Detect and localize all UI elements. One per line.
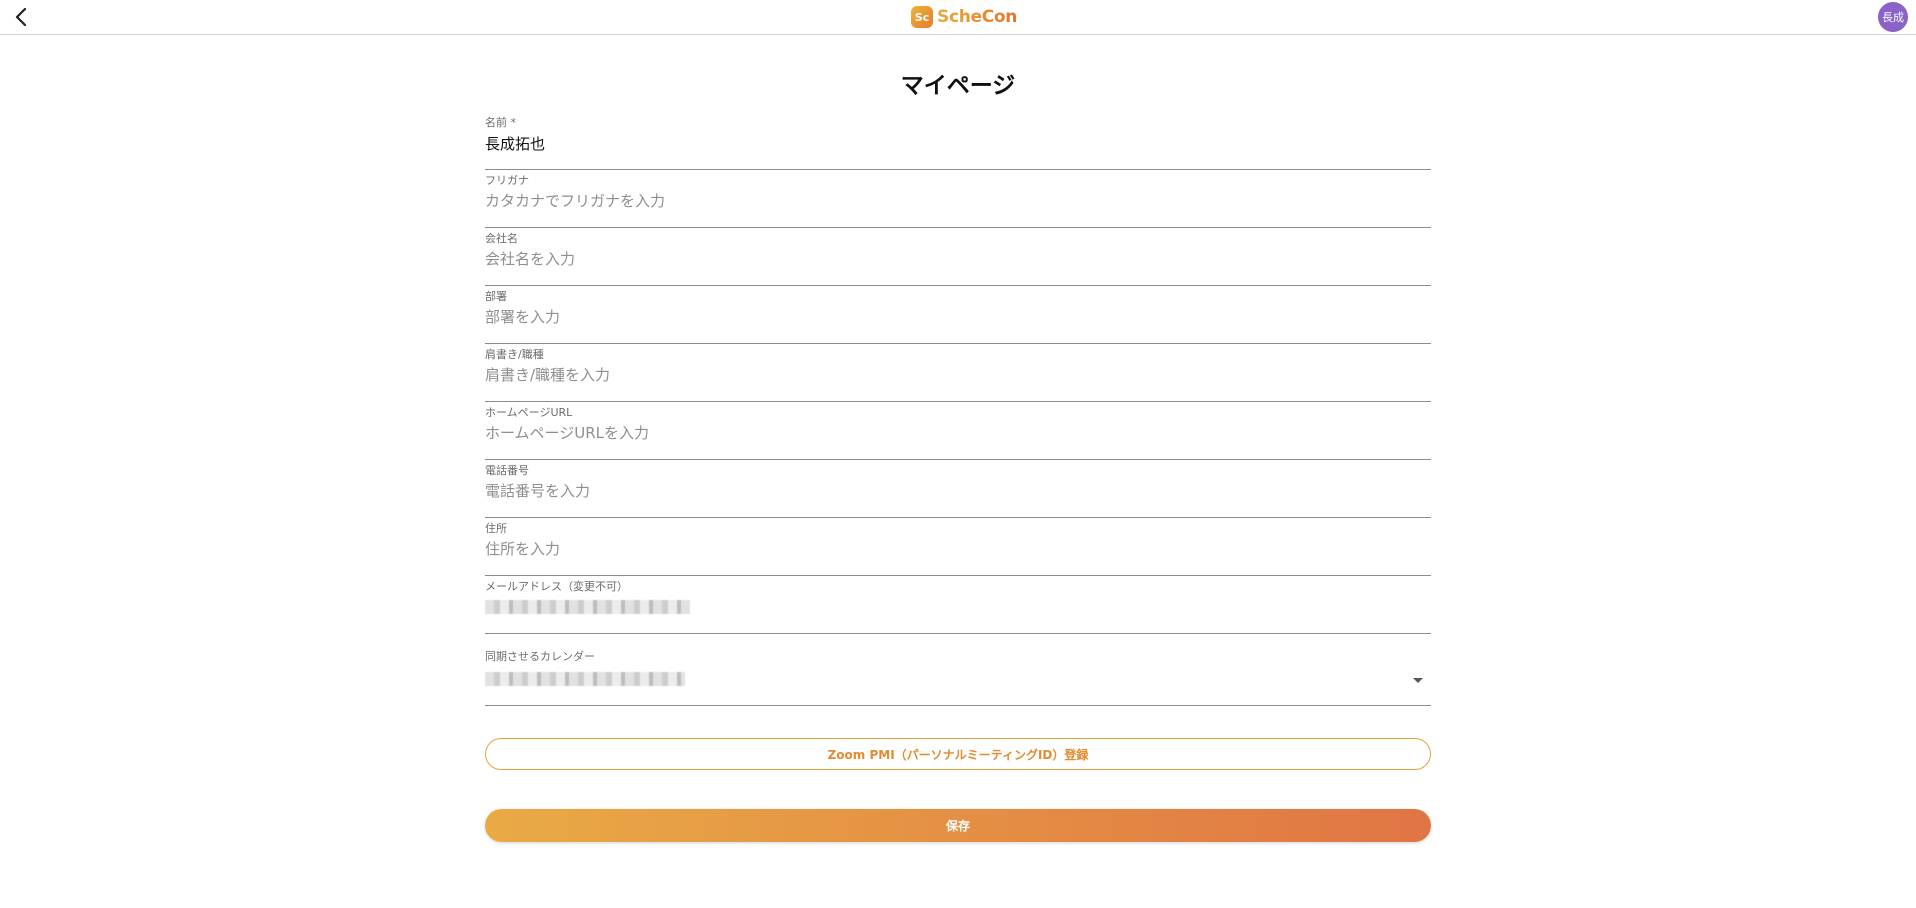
job-title-input[interactable]: [485, 363, 1431, 387]
phone-field: 電話番号: [485, 460, 1431, 518]
department-input[interactable]: [485, 305, 1431, 329]
company-label: 会社名: [485, 232, 518, 245]
address-field: 住所: [485, 518, 1431, 576]
zoom-pmi-register-button[interactable]: Zoom PMI（パーソナルミーティングID）登録: [485, 738, 1431, 770]
name-label: 名前 *: [485, 116, 516, 129]
job-title-field: 肩書き/職種: [485, 344, 1431, 402]
name-field: 名前 *: [485, 112, 1431, 170]
furigana-label: フリガナ: [485, 174, 529, 187]
name-input[interactable]: [485, 131, 1431, 155]
logo-text: ScheCon: [937, 7, 1018, 27]
furigana-input[interactable]: [485, 189, 1431, 213]
profile-form: 名前 * フリガナ 会社名 部署 肩書き/職種 ホームページURL 電話番号 住…: [485, 112, 1431, 706]
phone-label: 電話番号: [485, 464, 529, 477]
homepage-field: ホームページURL: [485, 402, 1431, 460]
furigana-field: フリガナ: [485, 170, 1431, 228]
calendar-value-redacted: [485, 672, 685, 686]
address-label: 住所: [485, 522, 507, 535]
chevron-left-icon: [15, 8, 27, 26]
homepage-input[interactable]: [485, 421, 1431, 445]
dropdown-arrow-icon[interactable]: [1413, 678, 1423, 683]
email-field: メールアドレス（変更不可）: [485, 576, 1431, 634]
homepage-label: ホームページURL: [485, 406, 573, 419]
top-bar: Sc ScheCon 長成: [0, 0, 1916, 35]
email-label: メールアドレス（変更不可）: [485, 580, 628, 593]
back-button[interactable]: [8, 4, 34, 30]
department-field: 部署: [485, 286, 1431, 344]
address-input[interactable]: [485, 537, 1431, 561]
company-field: 会社名: [485, 228, 1431, 286]
save-button[interactable]: 保存: [485, 809, 1431, 842]
company-input[interactable]: [485, 247, 1431, 271]
avatar[interactable]: 長成: [1878, 2, 1908, 32]
calendar-label: 同期させるカレンダー: [485, 650, 595, 663]
department-label: 部署: [485, 290, 507, 303]
calendar-select[interactable]: 同期させるカレンダー: [485, 634, 1431, 706]
app-logo[interactable]: Sc ScheCon: [911, 4, 1017, 30]
phone-input[interactable]: [485, 479, 1431, 503]
logo-mark-icon: Sc: [911, 6, 933, 28]
page-title: マイページ: [900, 73, 1016, 99]
job-title-label: 肩書き/職種: [485, 348, 544, 361]
email-value-redacted: [485, 600, 690, 614]
